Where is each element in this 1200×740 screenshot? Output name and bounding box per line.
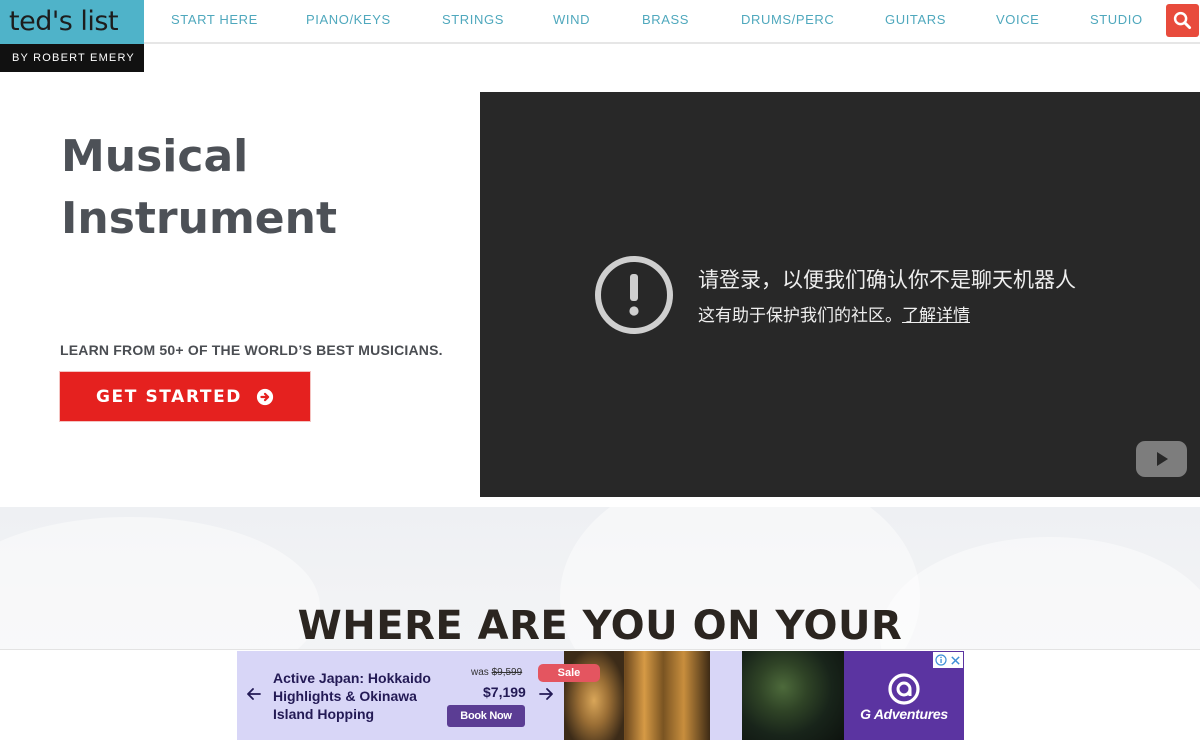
ad-banner: Active Japan: Hokkaido Highlights & Okin… [0, 649, 1200, 740]
ad-image-fern [742, 651, 844, 740]
nav-item-voice[interactable]: VOICE [996, 12, 1039, 27]
get-started-label: GET STARTED [95, 386, 242, 407]
video-sub-text: 这有助于保护我们的社区。 [698, 306, 902, 326]
nav-item-drums-perc[interactable]: DRUMS/PERC [741, 12, 834, 27]
hero-subtitle: LEARN FROM 50+ OF THE WORLD’S BEST MUSIC… [60, 342, 443, 358]
info-icon[interactable] [935, 654, 947, 666]
arrow-circle-right-icon [256, 388, 274, 405]
section-heading: WHERE ARE YOU ON YOUR [297, 603, 903, 649]
arrow-left-icon[interactable] [245, 685, 263, 703]
ad-sale-badge: Sale [538, 664, 600, 682]
ad-price: $7,199 [483, 684, 526, 700]
arrow-right-icon[interactable] [537, 685, 555, 703]
site-header: ted's list BY ROBERT EMERY START HERE PI… [0, 0, 1200, 72]
learn-more-link[interactable]: 了解详情 [902, 306, 970, 326]
alert-circle-icon [595, 256, 673, 334]
hero-title-line1: Musical [61, 131, 249, 182]
logo-title: ted's list [0, 0, 144, 44]
site-logo[interactable]: ted's list BY ROBERT EMERY [0, 0, 144, 72]
ad-image-gap [710, 651, 742, 740]
video-signin-submessage: 这有助于保护我们的社区。了解详情 [698, 301, 970, 326]
search-button[interactable] [1166, 4, 1199, 37]
nav-item-brass[interactable]: BRASS [642, 12, 689, 27]
book-now-button[interactable]: Book Now [447, 705, 525, 727]
g-adventures-logo-icon [888, 673, 920, 705]
hero-title: Musical Instrument [61, 126, 461, 250]
get-started-button[interactable]: GET STARTED [60, 372, 310, 421]
ad-was-price: was $9,599 [471, 667, 522, 678]
youtube-play-button[interactable] [1136, 441, 1187, 477]
youtube-play-icon [1156, 452, 1168, 466]
ad-creative[interactable]: Active Japan: Hokkaido Highlights & Okin… [237, 651, 964, 740]
nav-item-studio[interactable]: STUDIO [1090, 12, 1143, 27]
nav-item-wind[interactable]: WIND [553, 12, 590, 27]
nav-item-guitars[interactable]: GUITARS [885, 12, 946, 27]
close-icon[interactable] [950, 655, 961, 666]
nav-item-strings[interactable]: STRINGS [442, 12, 504, 27]
search-icon [1173, 11, 1192, 30]
nav-item-piano-keys[interactable]: PIANO/KEYS [306, 12, 391, 27]
logo-subtitle: BY ROBERT EMERY [0, 44, 144, 72]
video-player[interactable]: 请登录，以便我们确认你不是聊天机器人 这有助于保护我们的社区。了解详情 [480, 92, 1200, 497]
ad-brand-name: G Adventures [860, 706, 948, 722]
ad-title: Active Japan: Hokkaido Highlights & Okin… [273, 670, 431, 722]
nav-item-start-here[interactable]: START HERE [171, 12, 258, 27]
video-signin-message: 请登录，以便我们确认你不是聊天机器人 [698, 268, 1076, 292]
ad-was-label: was [471, 667, 489, 678]
hero-title-line2: Instrument [61, 193, 337, 244]
ad-was-value: $9,599 [491, 667, 523, 678]
ad-choices[interactable] [933, 652, 963, 668]
